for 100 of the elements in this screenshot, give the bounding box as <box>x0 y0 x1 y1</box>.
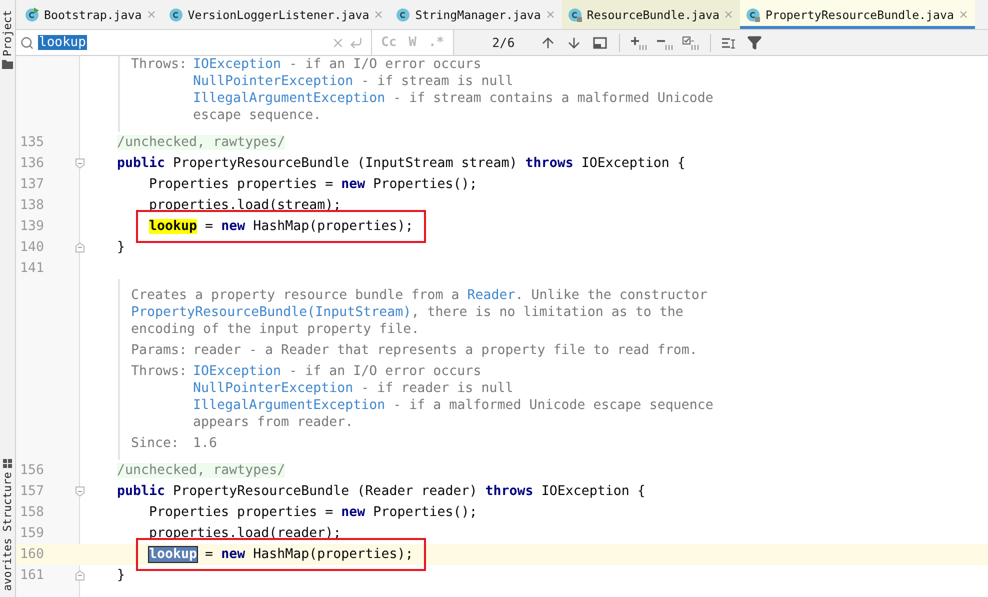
line-number: 135 <box>19 134 46 152</box>
next-icon[interactable] <box>566 34 582 50</box>
line-number: 140 <box>19 239 46 257</box>
editor-tab[interactable]: Bootstrap.java <box>19 0 163 29</box>
close-icon[interactable] <box>373 9 384 20</box>
editor-tab[interactable]: PropertyResourceBundle.java <box>740 0 975 29</box>
runnable-class-icon <box>24 6 40 22</box>
doc-text: - if a malformed Unicode escape sequence <box>392 398 714 413</box>
code-keyword: new <box>221 547 246 562</box>
code-text: } <box>117 240 126 255</box>
code-text: PropertyResourceBundle (Reader reader) <box>172 484 478 499</box>
doc-link[interactable]: NullPointerException <box>193 381 354 396</box>
line-number: 161 <box>19 567 46 585</box>
search-option-toggle[interactable]: .* <box>425 34 448 51</box>
window-icon[interactable] <box>590 34 609 50</box>
code-keyword: new <box>341 505 366 520</box>
editor-tab[interactable]: StringManager.java <box>390 0 562 29</box>
doc-text: encoding of the input property file. <box>131 322 420 337</box>
line-number: 137 <box>19 176 46 194</box>
class-icon <box>395 6 412 22</box>
doc-link[interactable]: PropertyResourceBundle(InputStream) <box>131 305 412 320</box>
doc-text: . Unlike the constructor <box>515 288 708 303</box>
code-keyword: throws <box>485 484 534 499</box>
close-icon[interactable] <box>146 9 157 20</box>
close-icon[interactable] <box>723 9 734 20</box>
fold-marker-icon[interactable] <box>75 242 85 253</box>
tool-window-tab[interactable]: Structure <box>0 472 14 532</box>
code-text: } <box>117 568 126 583</box>
doc-text: escape sequence. <box>193 108 322 123</box>
doc-text: - if reader is null <box>360 381 514 396</box>
code-annotation: /unchecked, rawtypes/ <box>117 463 286 478</box>
doc-text: appears from reader. <box>193 415 354 430</box>
code-keyword: public <box>117 156 166 171</box>
code-text: Properties properties = <box>149 505 334 520</box>
doc-text: reader - a Reader that represents a property file to read from. <box>193 343 698 358</box>
doc-link[interactable]: NullPointerException <box>193 74 354 89</box>
doc-link[interactable]: IllegalArgumentException <box>193 398 386 413</box>
code-text: IOException { <box>580 156 686 171</box>
doc-text: - if stream contains a malformed Unicode <box>392 91 714 106</box>
doc-link[interactable]: Reader <box>467 288 516 303</box>
locked-class-icon <box>566 6 583 22</box>
code-text: = <box>204 219 214 234</box>
code-text: properties.load(reader); <box>149 526 342 541</box>
search-option-toggle[interactable]: W <box>406 34 420 51</box>
code-text: properties.load(stream); <box>149 198 342 213</box>
doc-text: - if stream is null <box>360 74 514 89</box>
doc-tag-label: Since: <box>131 435 180 452</box>
doc-link[interactable]: IOException <box>193 364 282 379</box>
fold-marker-icon[interactable] <box>75 486 85 497</box>
line-number: 156 <box>19 462 46 480</box>
code-text: = <box>204 547 214 562</box>
doc-text: - if an I/O error occurs <box>288 364 482 379</box>
line-number: 138 <box>19 197 46 215</box>
code-keyword: throws <box>525 156 574 171</box>
doc-text: , there is no limitation as to the <box>411 305 684 320</box>
doc-tag-label: Throws: <box>131 56 188 74</box>
doc-text: 1.6 <box>193 436 218 451</box>
code-annotation: /unchecked, rawtypes/ <box>117 135 286 150</box>
line-number: 158 <box>19 504 46 522</box>
search-match: lookup <box>149 547 198 562</box>
tool-window-tab[interactable]: avorites <box>0 538 14 591</box>
fold-marker-icon[interactable] <box>75 158 85 169</box>
code-keyword: new <box>341 177 366 192</box>
search-match: lookup <box>149 219 198 234</box>
code-text: Properties(); <box>372 505 478 520</box>
doc-tag-label: Throws: <box>131 363 188 381</box>
line-number: 160 <box>19 546 46 564</box>
folder-icon <box>2 60 13 70</box>
close-icon[interactable] <box>544 9 556 20</box>
editor-tab[interactable]: ResourceBundle.java <box>562 0 740 29</box>
line-number: 139 <box>19 218 46 236</box>
line-number: 136 <box>19 155 46 173</box>
tool-window-tab[interactable]: Project <box>0 10 14 56</box>
close-icon[interactable] <box>958 9 969 20</box>
line-number: 141 <box>19 260 46 278</box>
doc-text: Creates a property resource bundle from a <box>131 288 460 303</box>
fold-marker-icon[interactable] <box>75 570 85 581</box>
line-number: 159 <box>19 525 46 543</box>
doc-link[interactable]: IllegalArgumentException <box>193 91 386 106</box>
code-text: HashMap(properties); <box>252 547 414 562</box>
match-count: 2/6 <box>492 35 515 50</box>
new-line-icon[interactable] <box>349 36 363 50</box>
search-field[interactable]: lookup <box>16 30 372 55</box>
doc-text: - if an I/O error occurs <box>288 57 482 72</box>
search-option-toggle[interactable]: Cc <box>378 34 400 51</box>
select-all-icon[interactable] <box>682 34 700 50</box>
code-text: Properties(); <box>372 177 478 192</box>
structure-icon <box>3 459 12 468</box>
code-text: PropertyResourceBundle (InputStream stream) <box>172 156 518 171</box>
code-keyword: new <box>221 219 246 234</box>
editor-tab[interactable]: VersionLoggerListener.java <box>162 0 390 29</box>
class-icon <box>168 6 184 22</box>
code-text: Properties properties = <box>149 177 334 192</box>
doc-link[interactable]: IOException <box>193 57 282 72</box>
code-keyword: public <box>117 484 166 499</box>
filter-icon[interactable] <box>746 35 762 50</box>
previous-icon[interactable] <box>540 34 556 50</box>
add-selection-icon[interactable] <box>630 34 648 50</box>
doc-tag-label: Params: <box>131 342 188 359</box>
search-icon <box>20 36 34 50</box>
